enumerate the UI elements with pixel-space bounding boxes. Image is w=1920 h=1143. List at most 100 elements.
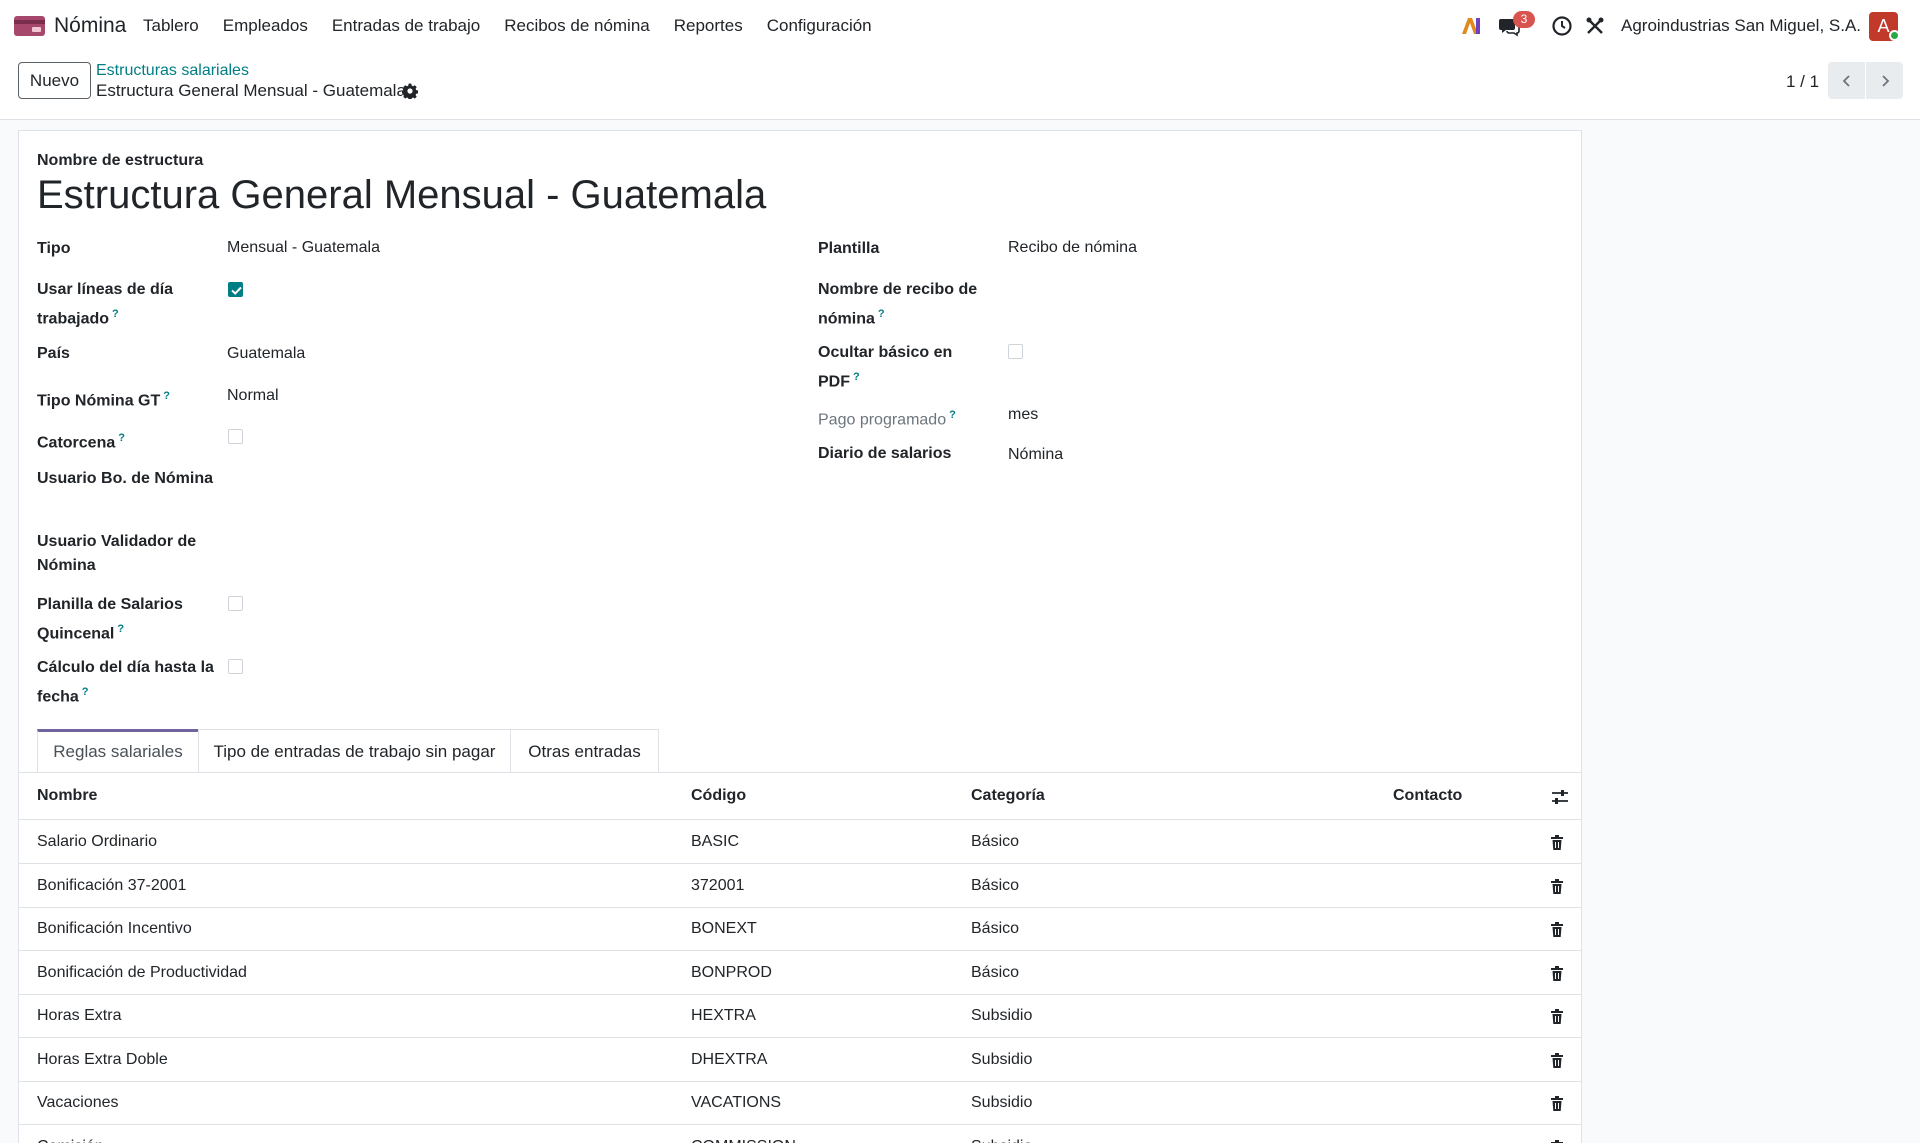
pager-previous-button[interactable] xyxy=(1828,62,1865,99)
top-navbar: Nómina Tablero Empleados Entradas de tra… xyxy=(0,0,1920,52)
trash-icon[interactable] xyxy=(1549,834,1565,851)
trash-icon[interactable] xyxy=(1549,878,1565,895)
cell-categoria: Subsidio xyxy=(971,1094,1033,1111)
online-status-dot xyxy=(1889,30,1900,41)
help-marker[interactable]: ? xyxy=(117,623,124,635)
tools-icon[interactable] xyxy=(1584,15,1606,37)
table-header: Nombre Código Categoría Contacto xyxy=(19,773,1581,820)
tab-tipo-entradas-sin-pagar[interactable]: Tipo de entradas de trabajo sin pagar xyxy=(198,729,511,773)
breadcrumb-current: Estructura General Mensual - Guatemala xyxy=(96,81,406,100)
cell-categoria: Subsidio xyxy=(971,1138,1032,1143)
main-menu: Tablero Empleados Entradas de trabajo Re… xyxy=(143,0,896,52)
clock-icon[interactable] xyxy=(1551,15,1573,37)
ocultar-basico-label: Ocultar básico en PDF? xyxy=(818,344,953,391)
cell-codigo: VACATIONS xyxy=(691,1094,782,1111)
control-panel: Nuevo Estructuras salariales Estructura … xyxy=(0,52,1920,120)
trash-icon[interactable] xyxy=(1549,965,1565,982)
cell-codigo: DHEXTRA xyxy=(691,1050,768,1068)
pager-value[interactable]: 1 / 1 xyxy=(1786,72,1819,92)
menu-reportes[interactable]: Reportes xyxy=(674,16,743,36)
nombre-recibo-label: Nombre de recibo de nómina? xyxy=(818,281,978,328)
column-nombre[interactable]: Nombre xyxy=(37,787,97,805)
cell-categoria: Básico xyxy=(971,833,1020,850)
cell-nombre: Vacaciones xyxy=(37,1094,119,1111)
cell-nombre: Bonificación de Productividad xyxy=(37,963,247,981)
tipo-nomina-field[interactable]: Normal xyxy=(227,387,279,405)
help-marker[interactable]: ? xyxy=(163,390,170,402)
usar-lineas-label: Usar líneas de día trabajado? xyxy=(37,281,174,328)
table-row[interactable]: Comisión COMMISSION Subsidio xyxy=(19,1125,1581,1143)
new-button[interactable]: Nuevo xyxy=(18,62,91,99)
trash-icon[interactable] xyxy=(1549,1052,1565,1069)
help-marker[interactable]: ? xyxy=(112,308,119,320)
calculo-dia-label: Cálculo del día hasta la fecha? xyxy=(37,659,214,706)
trash-icon[interactable] xyxy=(1549,1139,1565,1143)
table-row[interactable]: Bonificación de Productividad BONPROD Bási… xyxy=(19,951,1581,995)
ocultar-basico-checkbox[interactable] xyxy=(1008,344,1023,359)
cell-nombre: Comisión xyxy=(37,1138,104,1143)
tab-otras-entradas[interactable]: Otras entradas xyxy=(510,729,659,773)
column-contacto[interactable]: Contacto xyxy=(1393,787,1462,805)
payroll-app-icon[interactable] xyxy=(14,14,45,38)
check-icon xyxy=(231,286,242,295)
diario-salarios-field[interactable]: Nómina xyxy=(1008,446,1063,464)
cell-codigo: BONEXT xyxy=(691,920,757,937)
table-row[interactable]: Salario Ordinario BASIC Básico xyxy=(19,821,1581,864)
usar-lineas-checkbox[interactable] xyxy=(228,282,243,297)
structure-name-field[interactable]: Estructura General Mensual - Guatemala xyxy=(37,173,766,218)
gear-icon[interactable] xyxy=(401,83,419,101)
ai-icon[interactable] xyxy=(1460,15,1482,37)
usuario-bo-label: Usuario Bo. de Nómina xyxy=(37,470,214,487)
cell-nombre: Bonificación 37-2001 xyxy=(37,876,187,894)
cell-categoria: Subsidio xyxy=(971,1007,1033,1024)
calculo-dia-checkbox[interactable] xyxy=(228,659,243,674)
tipo-field[interactable]: Mensual - Guatemala xyxy=(227,239,380,257)
catorcena-checkbox[interactable] xyxy=(228,429,243,444)
diario-salarios-label: Diario de salarios xyxy=(818,445,952,462)
app-name[interactable]: Nómina xyxy=(54,14,126,38)
table-row[interactable]: Bonificación Incentivo BONEXT Básico xyxy=(19,908,1581,951)
menu-entradas-trabajo[interactable]: Entradas de trabajo xyxy=(332,16,480,36)
cell-nombre: Horas Extra xyxy=(37,1007,122,1024)
company-switcher[interactable]: Agroindustrias San Miguel, S.A. xyxy=(1621,16,1861,36)
help-marker[interactable]: ? xyxy=(853,371,860,383)
cell-categoria: Básico xyxy=(971,963,1020,981)
trash-icon[interactable] xyxy=(1549,1008,1565,1025)
help-marker[interactable]: ? xyxy=(118,432,125,444)
cell-codigo: BONPROD xyxy=(691,963,772,981)
help-marker[interactable]: ? xyxy=(949,409,956,421)
table-row[interactable]: Vacaciones VACATIONS Subsidio xyxy=(19,1082,1581,1125)
cell-categoria: Básico xyxy=(971,876,1020,894)
help-marker[interactable]: ? xyxy=(82,686,89,698)
table-row[interactable]: Horas Extra Doble DHEXTRA Subsidio xyxy=(19,1038,1581,1082)
pager-next-button[interactable] xyxy=(1866,62,1903,99)
catorcena-label: Catorcena? xyxy=(37,432,125,452)
planilla-quincenal-checkbox[interactable] xyxy=(228,596,243,611)
breadcrumb-parent[interactable]: Estructuras salariales xyxy=(96,62,249,80)
help-marker[interactable]: ? xyxy=(878,308,885,320)
plantilla-field[interactable]: Recibo de nómina xyxy=(1008,239,1137,257)
menu-empleados[interactable]: Empleados xyxy=(223,16,308,36)
menu-configuracion[interactable]: Configuración xyxy=(767,16,872,36)
cell-nombre: Horas Extra Doble xyxy=(37,1050,168,1068)
pais-label: País xyxy=(37,345,70,362)
table-row[interactable]: Horas Extra HEXTRA Subsidio xyxy=(19,995,1581,1038)
pago-programado-label: Pago programado? xyxy=(818,409,956,429)
column-codigo[interactable]: Código xyxy=(691,787,746,805)
column-categoria[interactable]: Categoría xyxy=(971,787,1045,805)
table-row[interactable]: Bonificación 37-2001 372001 Básico xyxy=(19,864,1581,908)
cell-codigo: HEXTRA xyxy=(691,1007,756,1024)
menu-recibos-nomina[interactable]: Recibos de nómina xyxy=(504,16,650,36)
cell-codigo: BASIC xyxy=(691,833,740,850)
cell-codigo: COMMISSION xyxy=(691,1138,796,1143)
cell-codigo: 372001 xyxy=(691,876,745,894)
menu-tablero[interactable]: Tablero xyxy=(143,16,199,36)
tab-reglas-salariales[interactable]: Reglas salariales xyxy=(37,729,199,773)
tipo-nomina-label: Tipo Nómina GT? xyxy=(37,390,170,410)
chat-count-badge: 3 xyxy=(1513,11,1535,28)
chevron-right-icon xyxy=(1881,74,1889,87)
trash-icon[interactable] xyxy=(1549,1095,1565,1112)
trash-icon[interactable] xyxy=(1549,921,1565,938)
pais-field[interactable]: Guatemala xyxy=(227,345,305,363)
column-options-icon[interactable] xyxy=(1551,788,1569,806)
